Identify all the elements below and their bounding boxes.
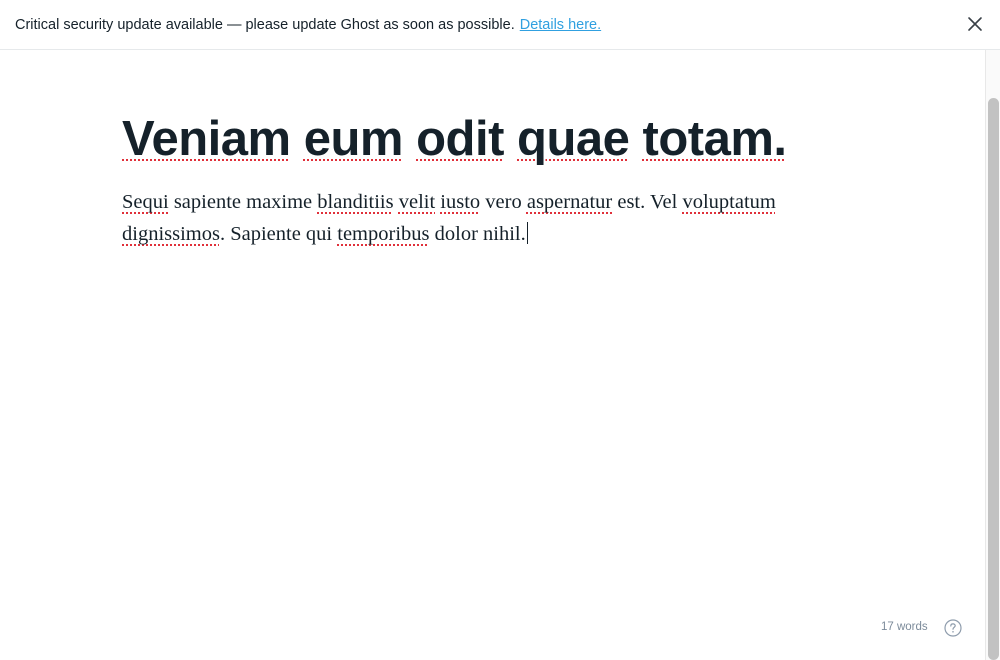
post-editor[interactable]: Veniam eum odit quae totam. Sequi sapien…	[122, 108, 882, 250]
title-word: totam.	[642, 112, 788, 166]
misspelled-word: blanditiis	[317, 191, 394, 213]
post-title[interactable]: Veniam eum odit quae totam.	[122, 108, 882, 170]
body-text: est. Vel	[612, 191, 683, 213]
word-count: 17 words	[881, 621, 928, 633]
misspelled-word: iusto	[440, 191, 481, 213]
misspelled-word: dignissimos	[122, 223, 220, 245]
body-text: . Sapiente qui	[219, 223, 338, 245]
text-cursor	[526, 222, 528, 244]
body-text: vero	[480, 191, 527, 213]
body-text: dolor nihil.	[429, 223, 526, 245]
misspelled-word: temporibus	[337, 223, 430, 245]
post-body[interactable]: Sequi sapiente maxime blanditiis velit i…	[122, 186, 852, 250]
misspelled-word: Sequi	[122, 191, 169, 213]
misspelled-word: aspernatur	[526, 191, 613, 213]
post-body-line: dignissimos. Sapiente qui temporibus dol…	[122, 218, 852, 250]
banner-message: Critical security update available — ple…	[15, 16, 515, 33]
title-word: eum	[303, 112, 404, 166]
misspelled-word: velit	[398, 191, 436, 213]
title-word: quae	[517, 112, 630, 166]
post-body-line: Sequi sapiente maxime blanditiis velit i…	[122, 186, 852, 218]
body-text: sapiente maxime	[168, 191, 318, 213]
scrollbar-thumb[interactable]	[988, 98, 999, 660]
security-update-banner: Critical security update available — ple…	[0, 0, 1000, 50]
close-icon[interactable]	[967, 16, 983, 32]
title-word: odit	[416, 112, 504, 166]
scrollbar[interactable]	[985, 50, 1000, 660]
help-icon[interactable]	[944, 619, 962, 637]
misspelled-word: voluptatum	[682, 191, 776, 213]
details-link[interactable]: Details here.	[520, 17, 601, 33]
title-word: Veniam	[122, 112, 291, 166]
